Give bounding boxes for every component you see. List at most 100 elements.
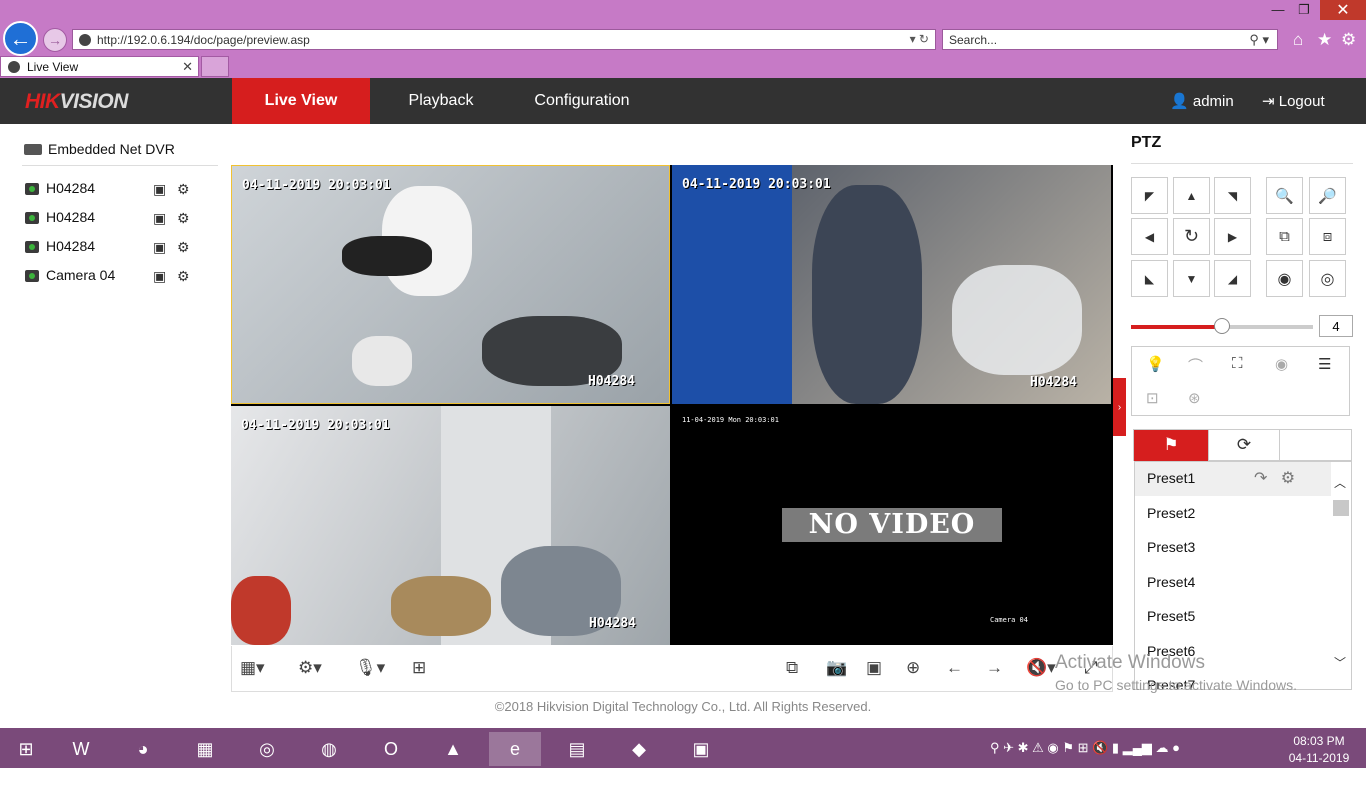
light-icon[interactable]: 💡 [1146, 355, 1165, 373]
word-icon[interactable]: W [55, 732, 107, 766]
taskbar-clock[interactable]: 08:03 PM 04-11-2019 [1282, 733, 1356, 767]
lens-init-icon[interactable]: ◉ [1275, 355, 1288, 373]
camera-item[interactable]: H04284 ▣ ⚙ [22, 231, 218, 260]
manual-tracking-icon[interactable]: ⊡ [1146, 389, 1159, 407]
logout-button[interactable]: ⇥ Logout [1262, 92, 1325, 110]
camera-item[interactable]: H04284 ▣ ⚙ [22, 173, 218, 202]
record-icon[interactable]: ▣ [153, 268, 166, 285]
preset-item[interactable]: Preset1 [1135, 462, 1331, 496]
camera-item[interactable]: H04284 ▣ ⚙ [22, 202, 218, 231]
scroll-down-icon[interactable]: ﹀ [1334, 654, 1346, 671]
red-app-icon[interactable]: ◆ [613, 732, 665, 766]
iris-close-icon[interactable]: ◎ [1309, 260, 1346, 297]
home-icon[interactable]: ⌂ [1293, 30, 1303, 50]
video-pane-2[interactable]: 04-11-2019 20:03:01 H04284 [672, 165, 1111, 404]
ptz-speed-handle[interactable] [1214, 318, 1230, 334]
menu-icon[interactable]: ☰ [1318, 355, 1331, 373]
preset-item[interactable]: Preset2 [1135, 497, 1331, 531]
record-icon[interactable]: ▣ [153, 181, 166, 198]
digital-zoom-icon[interactable]: ⊕ [906, 658, 920, 678]
audio-settings-icon[interactable]: ⊞ [412, 658, 426, 678]
focus-far-icon[interactable]: ⧈ [1309, 218, 1346, 255]
window-layout-icon[interactable]: ▦▾ [240, 658, 265, 678]
ptz-control-icon[interactable]: ⚙ [177, 268, 190, 285]
ptz-control-icon[interactable]: ⚙ [177, 181, 190, 198]
opera-icon[interactable]: O [365, 732, 417, 766]
ptz-right-button[interactable]: ▶ [1214, 218, 1251, 255]
forward-button[interactable]: → [43, 28, 67, 52]
microphone-icon[interactable]: 🎙▾ [355, 658, 385, 678]
ptz-up-button[interactable]: ▲ [1173, 177, 1210, 214]
close-window-button[interactable]: ✕ [1320, 0, 1366, 20]
control-panel-icon[interactable]: ▣ [675, 732, 727, 766]
next-page-icon[interactable]: → [986, 658, 1003, 678]
auxiliary-focus-icon[interactable]: ⛶ [1232, 355, 1243, 372]
record-icon[interactable]: ▣ [153, 210, 166, 227]
system-tray-icons[interactable]: ⚲ ✈ ✱ ⚠ ◉ ⚑ ⊞ 🔇 ▮ ▂▄▆ ☁ ● [990, 740, 1180, 756]
ptz-control-icon[interactable]: ⚙ [177, 239, 190, 256]
video-pane-4[interactable]: 11-04-2019 Mon 20:03:01 NO VIDEO Camera … [672, 406, 1111, 645]
3d-zoom-icon[interactable]: ⊛ [1188, 389, 1201, 407]
store-icon[interactable]: ▦ [179, 732, 231, 766]
ptz-up-right-button[interactable]: ◥ [1214, 177, 1251, 214]
video-pane-3[interactable]: 04-11-2019 20:03:01 H04284 [231, 406, 670, 645]
patrol-tab-refresh-icon[interactable]: ⟳ [1208, 430, 1280, 461]
stream-type-icon[interactable]: ⚙▾ [298, 658, 322, 678]
restore-button[interactable]: ❐ [1292, 2, 1316, 20]
close-tab-icon[interactable]: ✕ [182, 59, 193, 75]
capture-icon[interactable]: 📷 [826, 658, 847, 678]
ptz-up-left-button[interactable]: ◤ [1131, 177, 1168, 214]
tab-playback[interactable]: Playback [385, 78, 497, 124]
new-tab-button[interactable] [201, 56, 229, 77]
scroll-up-icon[interactable]: ︿ [1334, 474, 1346, 491]
tab-configuration[interactable]: Configuration [517, 78, 647, 124]
presentation-icon[interactable]: ▤ [551, 732, 603, 766]
wiper-icon[interactable]: ⌒ [1188, 355, 1203, 376]
set-preset-gear-icon[interactable]: ⚙ [1281, 470, 1295, 487]
ptz-auto-pan-button[interactable]: ↻ [1173, 218, 1210, 255]
chrome-icon[interactable]: ◍ [303, 732, 355, 766]
search-input[interactable]: Search... ⚲ ▾ [942, 29, 1278, 50]
start-windows-icon[interactable]: ⊞ [0, 732, 52, 766]
audio-off-icon[interactable]: 🔇▾ [1026, 658, 1056, 678]
previous-page-icon[interactable]: ← [946, 658, 963, 678]
ptz-down-left-button[interactable]: ◣ [1131, 260, 1168, 297]
record-icon[interactable]: ▣ [866, 658, 882, 678]
browser-tab[interactable]: Live View ✕ [0, 56, 199, 77]
focus-near-icon[interactable]: ⧉ [1266, 218, 1303, 255]
preset-item[interactable]: Preset3 [1135, 531, 1331, 565]
zoom-out-icon[interactable]: 🔍 [1266, 177, 1303, 214]
stop-all-icon[interactable]: ⧉ [786, 658, 798, 678]
iris-open-icon[interactable]: ◉ [1266, 260, 1303, 297]
call-preset-icon[interactable]: ↷ [1254, 470, 1267, 487]
user-menu[interactable]: 👤 admin [1170, 92, 1234, 110]
favorites-star-icon[interactable]: ★ [1317, 30, 1332, 50]
ptz-speed-value[interactable]: 4 [1319, 315, 1353, 337]
camera-item[interactable]: Camera 04 ▣ ⚙ [22, 260, 218, 289]
settings-gear-icon[interactable]: ⚙ [1341, 30, 1356, 50]
video-pane-1[interactable]: 04-11-2019 20:03:01 H04284 [231, 165, 670, 404]
record-icon[interactable]: ▣ [153, 239, 166, 256]
tab-live-view[interactable]: Live View [232, 78, 370, 124]
device-node[interactable]: Embedded Net DVR [22, 141, 218, 166]
search-icon[interactable]: ⚲ ▾ [1249, 32, 1269, 48]
minimize-button[interactable]: — [1266, 2, 1290, 20]
collapse-panel-button[interactable]: › [1113, 378, 1126, 436]
preset-tab-flag-icon[interactable]: ⚑ [1134, 430, 1208, 461]
address-bar[interactable]: http://192.0.6.194/doc/page/preview.asp … [72, 29, 936, 50]
ptz-left-button[interactable]: ◀ [1131, 218, 1168, 255]
no-video-label: NO VIDEO [782, 508, 1002, 542]
ptz-down-button[interactable]: ▼ [1173, 260, 1210, 297]
back-button[interactable]: ← [3, 21, 38, 56]
zoom-in-icon[interactable]: 🔎 [1309, 177, 1346, 214]
preset-item[interactable]: Preset4 [1135, 566, 1331, 600]
preset-item[interactable]: Preset5 [1135, 600, 1331, 634]
firefox-icon[interactable]: ◕ [117, 732, 169, 766]
internet-explorer-icon[interactable]: e [489, 732, 541, 766]
ptz-down-right-button[interactable]: ◢ [1214, 260, 1251, 297]
ptz-control-icon[interactable]: ⚙ [177, 210, 190, 227]
refresh-icon[interactable]: ▾ ↻ [910, 32, 929, 46]
preset-scroll-thumb[interactable] [1333, 500, 1349, 516]
media-player-icon[interactable]: ◎ [241, 732, 293, 766]
vlc-icon[interactable]: ▲ [427, 732, 479, 766]
